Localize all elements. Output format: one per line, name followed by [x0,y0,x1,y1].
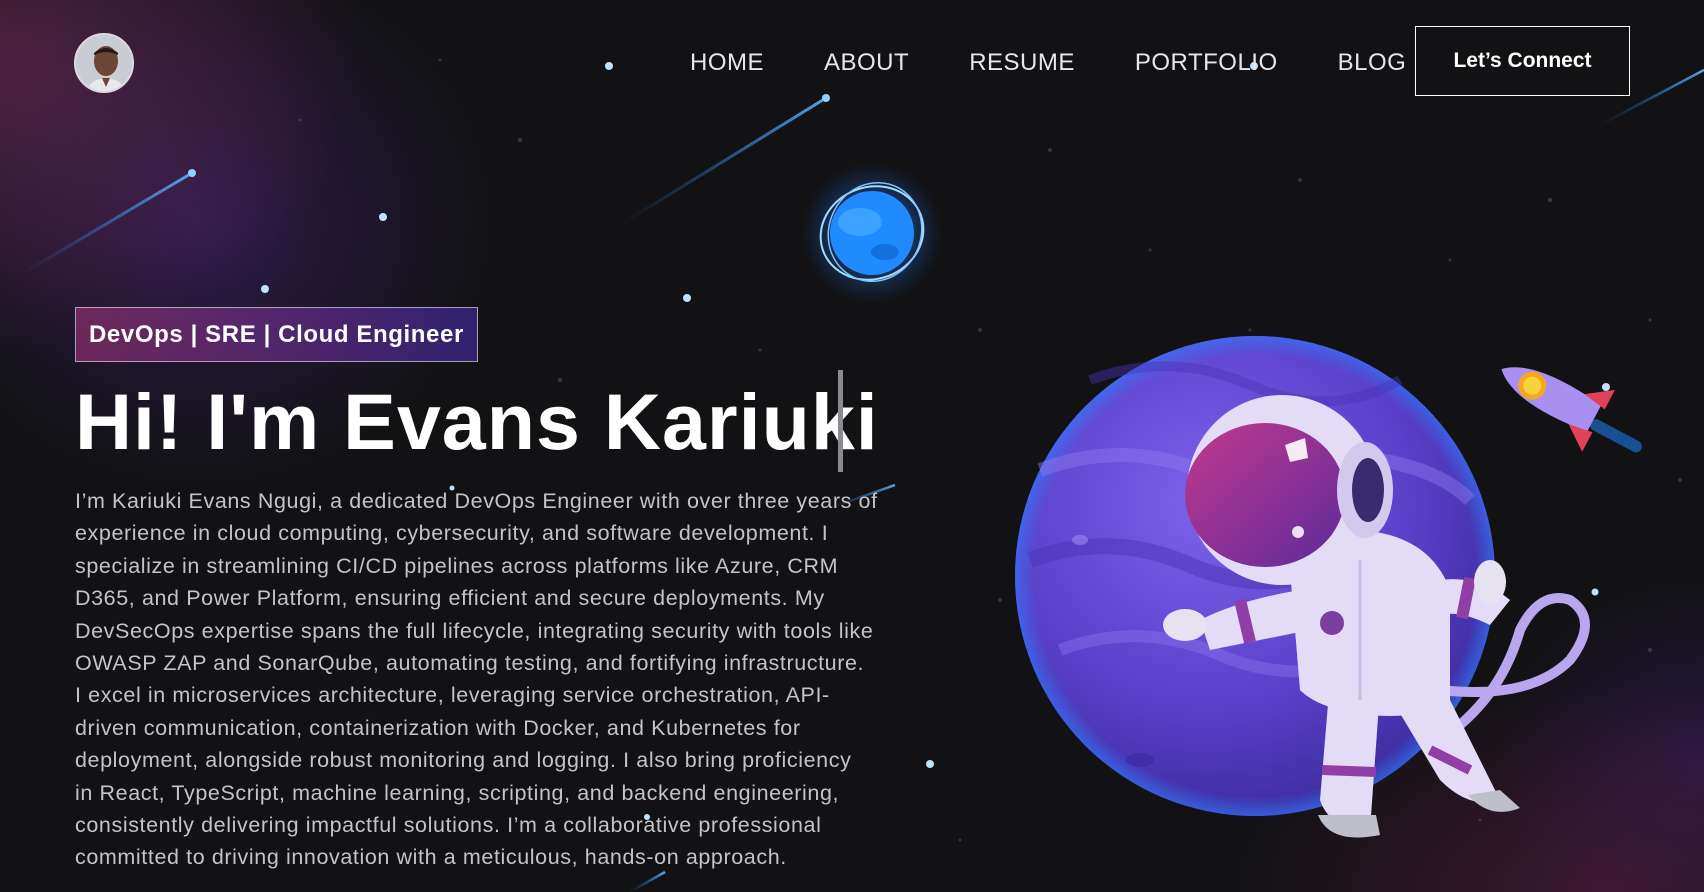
main-nav: HOME ABOUT RESUME PORTFOLIO BLOG [690,45,1466,81]
nav-home[interactable]: HOME [690,45,764,81]
lets-connect-button[interactable]: Let’s Connect [1415,26,1630,96]
bio-line: DevSecOps expertise spans the full lifec… [75,618,874,643]
page-title: Hi! I'm Evans Kariuki [75,377,879,466]
nav-resume[interactable]: RESUME [969,45,1075,81]
bio-line: in React, TypeScript, machine learning, … [75,780,840,805]
nav-blog[interactable]: BLOG [1338,45,1407,81]
typing-cursor [838,370,843,472]
bio-line: I’m Kariuki Evans Ngugi, a dedicated Dev… [75,489,878,513]
bio-line: consistently delivering impactful soluti… [75,813,822,838]
profile-avatar[interactable] [74,33,134,93]
bio-line: committed to driving innovation with a m… [75,845,787,870]
bio-line: D365, and Power Platform, ensuring effic… [75,586,825,611]
bio-line: driven communication, containerization w… [75,715,801,740]
bio-line: OWASP ZAP and SonarQube, automating test… [75,651,865,676]
role-tagline: DevOps | SRE | Cloud Engineer [75,307,478,362]
bio-line: I excel in microservices architecture, l… [75,683,830,708]
nav-portfolio[interactable]: PORTFOLIO [1135,45,1278,81]
nav-about[interactable]: ABOUT [824,45,909,81]
bio-line: deployment, alongside robust monitoring … [75,748,852,773]
rocket [1501,367,1642,453]
bio-line: experience in cloud computing, cybersecu… [75,521,829,546]
bio-line: specialize in streamlining CI/CD pipelin… [75,553,839,578]
bio-paragraph: I’m Kariuki Evans Ngugi, a dedicated Dev… [75,485,955,874]
